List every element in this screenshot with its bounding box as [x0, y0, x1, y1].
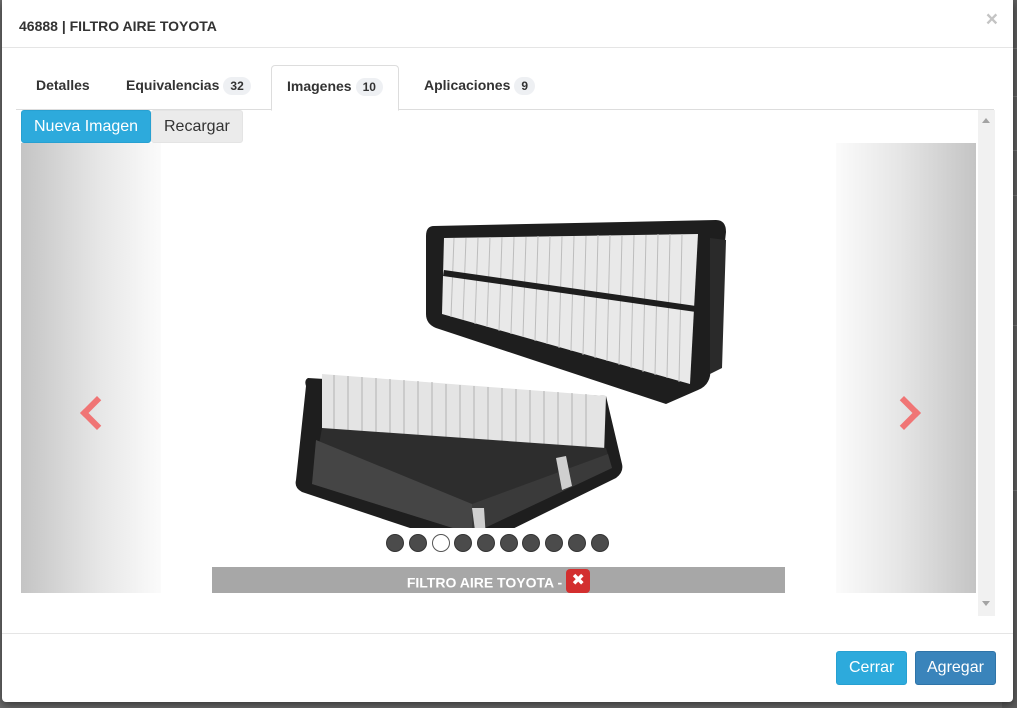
carousel-prev-area[interactable]	[21, 143, 161, 593]
tab-label: Equivalencias	[126, 77, 220, 93]
carousel-indicator-10[interactable]	[591, 534, 609, 552]
tab-label: Imagenes	[287, 78, 352, 94]
content-scrollbar[interactable]	[978, 110, 995, 616]
tab-bar: Detalles Equivalencias 32 Imagenes 10 Apli…	[16, 65, 994, 111]
filter-front	[295, 374, 623, 528]
carousel-indicator-8[interactable]	[545, 534, 563, 552]
image-carousel: FILTRO AIRE TOYOTA - ✖	[21, 143, 976, 593]
caption-text: FILTRO AIRE TOYOTA -	[406, 574, 563, 591]
tab-detalles[interactable]: Detalles	[21, 65, 105, 110]
carousel-next-area[interactable]	[836, 143, 976, 593]
carousel-indicator-7[interactable]	[522, 534, 540, 552]
reload-button[interactable]: Recargar	[151, 110, 243, 143]
filter-back	[426, 220, 726, 404]
carousel-indicators	[386, 534, 616, 554]
tab-label: Detalles	[36, 77, 90, 93]
new-image-button[interactable]: Nueva Imagen	[21, 110, 152, 143]
scroll-down-icon[interactable]	[982, 601, 990, 606]
carousel-indicator-2[interactable]	[409, 534, 427, 552]
count-badge: 10	[355, 78, 383, 97]
modal-title: 46888 | FILTRO AIRE TOYOTA	[19, 18, 217, 34]
tab-label: Aplicaciones	[424, 77, 511, 93]
tab-imagenes[interactable]: Imagenes 10	[271, 65, 399, 111]
carousel-indicator-4[interactable]	[454, 534, 472, 552]
carousel-indicator-5[interactable]	[477, 534, 495, 552]
image-caption: FILTRO AIRE TOYOTA - ✖	[212, 567, 785, 593]
air-filter-product-image	[295, 220, 726, 528]
carousel-indicator-3[interactable]	[432, 534, 450, 552]
delete-image-icon[interactable]: ✖	[566, 569, 591, 593]
carousel-indicator-9[interactable]	[568, 534, 586, 552]
count-badge: 9	[514, 77, 536, 96]
carousel-indicator-1[interactable]	[386, 534, 404, 552]
modal-footer: Cerrar Agregar	[2, 633, 1013, 702]
close-button[interactable]: Cerrar	[836, 651, 908, 685]
tab-content-imagenes: Nueva Imagen Recargar FILTRO AIRE TOYOTA…	[19, 110, 995, 616]
tab-aplicaciones[interactable]: Aplicaciones 9	[409, 65, 550, 110]
close-icon[interactable]: ×	[986, 9, 998, 30]
add-button[interactable]: Agregar	[915, 651, 996, 685]
carousel-indicator-6[interactable]	[500, 534, 518, 552]
product-modal: 46888 | FILTRO AIRE TOYOTA × Detalles Eq…	[2, 0, 1013, 702]
tab-equivalencias[interactable]: Equivalencias 32	[111, 65, 266, 110]
scroll-up-icon[interactable]	[982, 118, 990, 123]
count-badge: 32	[223, 77, 251, 96]
modal-header: 46888 | FILTRO AIRE TOYOTA ×	[2, 0, 1013, 48]
